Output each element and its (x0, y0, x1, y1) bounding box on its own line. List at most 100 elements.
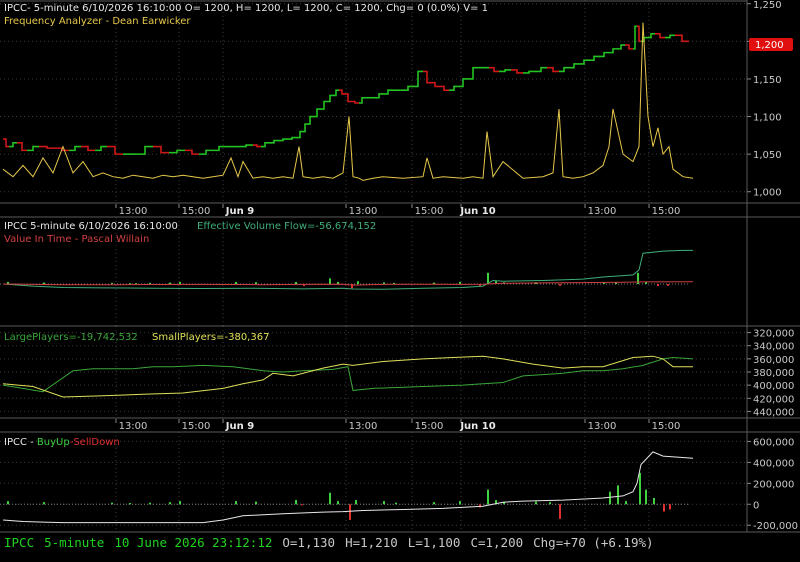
volume-bar-7 (179, 281, 181, 284)
buyup-bar-10 (301, 504, 303, 506)
volume-bar-10 (295, 281, 297, 284)
time-axis-top-label-6: 13:00 (588, 206, 617, 217)
price-candle-10 (107, 145, 123, 155)
volume-bar-25 (559, 284, 561, 286)
small-players-label: SmallPlayers=-380,367 (152, 332, 269, 343)
buyup-bar-15 (383, 501, 385, 505)
players-ytick-label-3: 380,000 (753, 368, 794, 379)
price-candle-56 (569, 63, 579, 69)
players-ytick-label-5: 420,000 (753, 394, 794, 405)
volume-bar-6 (169, 282, 171, 284)
selldown-label: SellDown (73, 437, 119, 448)
buyup-bar-18 (459, 501, 461, 505)
price-candle-45 (449, 85, 459, 92)
price-candle-12 (137, 145, 153, 155)
volume-bar-31 (667, 284, 669, 286)
time-axis-bottom-label-0: 13:00 (119, 421, 148, 432)
players-ytick-label-6: 440,000 (753, 407, 794, 418)
price-candle-2 (9, 142, 17, 148)
price-candle-47 (467, 66, 479, 80)
time-axis-bottom-label-6: 13:00 (588, 421, 617, 432)
buyup-bar-0 (7, 501, 9, 505)
price-candle-54 (547, 66, 559, 73)
volume-bar-9 (255, 282, 257, 284)
price-candle-23 (279, 138, 287, 142)
buyup-bar-25 (559, 504, 561, 519)
status-change: Chg=+70 (+6.19%) (533, 535, 654, 550)
volume-bar-15 (357, 281, 359, 284)
buyup-bar-33 (669, 504, 671, 510)
volume-bar-3 (129, 283, 131, 285)
price-candle-22 (269, 139, 279, 144)
buyup-bar-28 (625, 501, 627, 505)
buyup-bar-26 (609, 491, 611, 505)
price-ytick-label-5: 1,250 (753, 0, 782, 11)
buyup-bar-32 (663, 504, 665, 512)
buyup-ytick-label-4: -200,000 (753, 521, 798, 532)
buyup-ytick-label-2: 200,000 (753, 479, 794, 490)
price-candle-43 (431, 81, 439, 88)
time-axis-top-label-4: 15:00 (415, 206, 444, 217)
price-candle-30 (327, 94, 333, 103)
volume-header: IPCC 5-minute 6/10/2026 16:10:00 (4, 221, 178, 232)
status-low: L=1,100 (407, 535, 461, 550)
buyup-bar-3 (129, 502, 131, 505)
buyup-label: BuyUp (37, 437, 70, 448)
price-candle-50 (499, 69, 511, 73)
price-candle-44 (439, 85, 449, 92)
price-candle-35 (359, 96, 365, 104)
price-candle-67 (655, 33, 665, 39)
price-candle-15 (185, 149, 199, 155)
large-players-label: LargePlayers=-19,742,532 (4, 332, 138, 343)
volume-bar-16 (383, 282, 385, 284)
status-symbol: IPCC (4, 535, 35, 550)
buyup-bar-24 (549, 502, 551, 505)
buyup-bar-29 (639, 472, 641, 505)
time-axis-bottom-label-3: 13:00 (349, 421, 378, 432)
status-interval: 5-minute (44, 535, 105, 550)
value-in-time-label: Value In Time - Pascal Willain (4, 234, 149, 245)
volume-bar-2 (111, 282, 113, 284)
buyup-bar-27 (617, 485, 619, 505)
status-datetime: 10 June 2026 23:12:12 (114, 535, 273, 550)
buyup-bar-13 (349, 504, 351, 520)
volume-bar-13 (337, 281, 339, 284)
players-panel (2, 355, 694, 398)
time-axis-bottom-label-4: 15:00 (415, 421, 444, 432)
buyup-header-symbol: IPCC - (4, 437, 37, 448)
volume-bar-18 (433, 282, 435, 284)
time-axis-top-label-1: 15:00 (182, 206, 211, 217)
frequency-analyzer-label: Frequency Analyzer - Dean Earwicker (4, 16, 191, 27)
price-candle-3 (17, 142, 27, 152)
price-candle-55 (559, 66, 569, 73)
price-candle-49 (489, 66, 499, 73)
price-candle-37 (375, 93, 383, 99)
buyup-bar-17 (433, 502, 435, 505)
buyup-bar-2 (111, 502, 113, 505)
buyup-panel (0, 451, 694, 524)
price-ytick-label-3: 1,150 (753, 75, 782, 86)
price-candle-42 (423, 70, 431, 84)
buyup-ytick-label-0: 600,000 (753, 437, 794, 448)
price-candle-66 (647, 33, 655, 39)
buyup-bar-4 (149, 502, 151, 505)
time-axis-bottom-label-7: 15:00 (652, 421, 681, 432)
price-candle-5 (39, 145, 55, 149)
price-candle-21 (261, 142, 269, 148)
price-candle-16 (199, 149, 213, 155)
buyup-ytick-label-1: 400,000 (753, 458, 794, 469)
time-axis-top-label-2: Jun 9 (225, 206, 254, 217)
price-candle-1 (3, 138, 9, 148)
time-axis-top-label-0: 13:00 (119, 206, 148, 217)
price-candle-41 (413, 70, 423, 88)
price-candle-4 (27, 145, 39, 152)
price-candle-34 (351, 100, 359, 104)
price-candle-69 (675, 34, 689, 43)
price-panel (2, 22, 694, 181)
volume-bar-19 (459, 281, 461, 284)
volume-bar-21 (487, 272, 489, 284)
buyup-header: IPCC - BuyUp-SellDown (4, 437, 120, 448)
effective-volume-flow-label: Effective Volume Flow=-56,674,152 (197, 221, 376, 232)
price-candle-20 (253, 144, 261, 148)
volume-bar-17 (393, 282, 395, 284)
